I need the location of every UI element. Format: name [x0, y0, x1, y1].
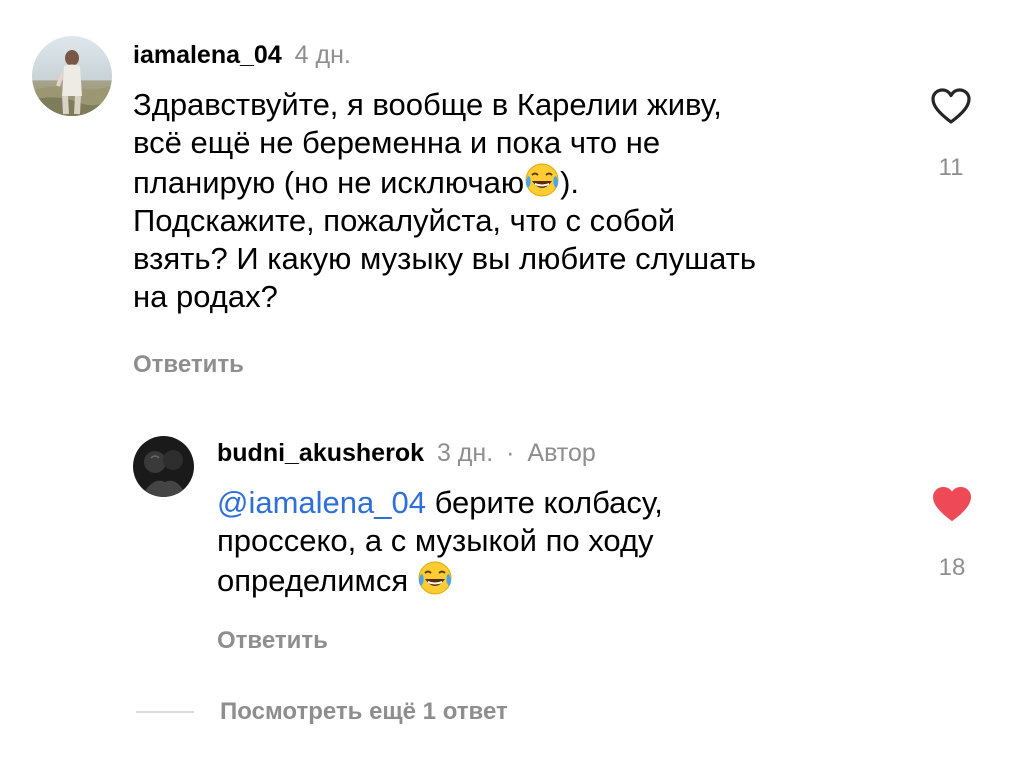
heart-outline-icon[interactable] — [929, 86, 973, 131]
heart-filled-icon[interactable] — [930, 484, 974, 529]
reply-button[interactable]: Ответить — [133, 351, 244, 379]
comment-line: @iamalena_04 берите колбасу, — [217, 484, 663, 522]
comment-text: Здравствуйте, я вообще в Карелии живу, в… — [133, 86, 756, 316]
comment-line: проссеко, а с музыкой по ходу — [217, 523, 654, 558]
reply-button[interactable]: Ответить — [217, 627, 328, 655]
comment-meta: iamalena_04 4 дн. — [133, 40, 351, 70]
username[interactable]: iamalena_04 — [133, 41, 282, 69]
mention-link[interactable]: @iamalena_04 — [217, 485, 426, 520]
comment-line-text: берите колбасу, — [426, 485, 663, 520]
timestamp: 4 дн. — [294, 41, 351, 69]
comment-line: Подскажите, пожалуйста, что с собой — [133, 203, 676, 238]
separator-dot: · — [506, 439, 515, 467]
comment-line-text: определимся — [217, 563, 417, 598]
avatar-photo-beach-icon — [32, 36, 112, 116]
face-with-tears-of-joy-icon — [524, 162, 560, 198]
timestamp: 3 дн. — [436, 439, 494, 467]
comment-line: Здравствуйте, я вообще в Карелии живу, — [133, 87, 722, 122]
like-count: 18 — [938, 554, 966, 581]
author-badge: Автор — [527, 439, 596, 467]
face-with-tears-of-joy-icon — [417, 560, 453, 596]
comment-line-text: ). — [560, 165, 580, 200]
comment-line: всё ещё не беременна и пока что не — [133, 125, 661, 160]
divider-line — [136, 711, 194, 713]
comment-line: планирую (но не исключаю ). — [133, 162, 756, 202]
comment-meta: budni_akusherok 3 дн. · Автор — [217, 438, 596, 468]
username[interactable]: budni_akusherok — [217, 439, 424, 467]
comment-line: определимся — [217, 560, 663, 600]
avatar[interactable] — [133, 436, 194, 497]
view-more-replies-button[interactable]: Посмотреть ещё 1 ответ — [136, 692, 508, 732]
comment-text: @iamalena_04 берите колбасу, проссеко, а… — [217, 484, 663, 600]
like-count: 11 — [938, 154, 964, 181]
avatar[interactable] — [32, 36, 112, 116]
comment-line: взять? И какую музыку вы любите слушать — [133, 241, 756, 276]
comment-line: на родах? — [133, 279, 278, 314]
view-more-replies-label: Посмотреть ещё 1 ответ — [220, 698, 508, 725]
comment-line-text: планирую (но не исключаю — [133, 165, 525, 200]
avatar-photo-dark-icon — [133, 436, 194, 497]
